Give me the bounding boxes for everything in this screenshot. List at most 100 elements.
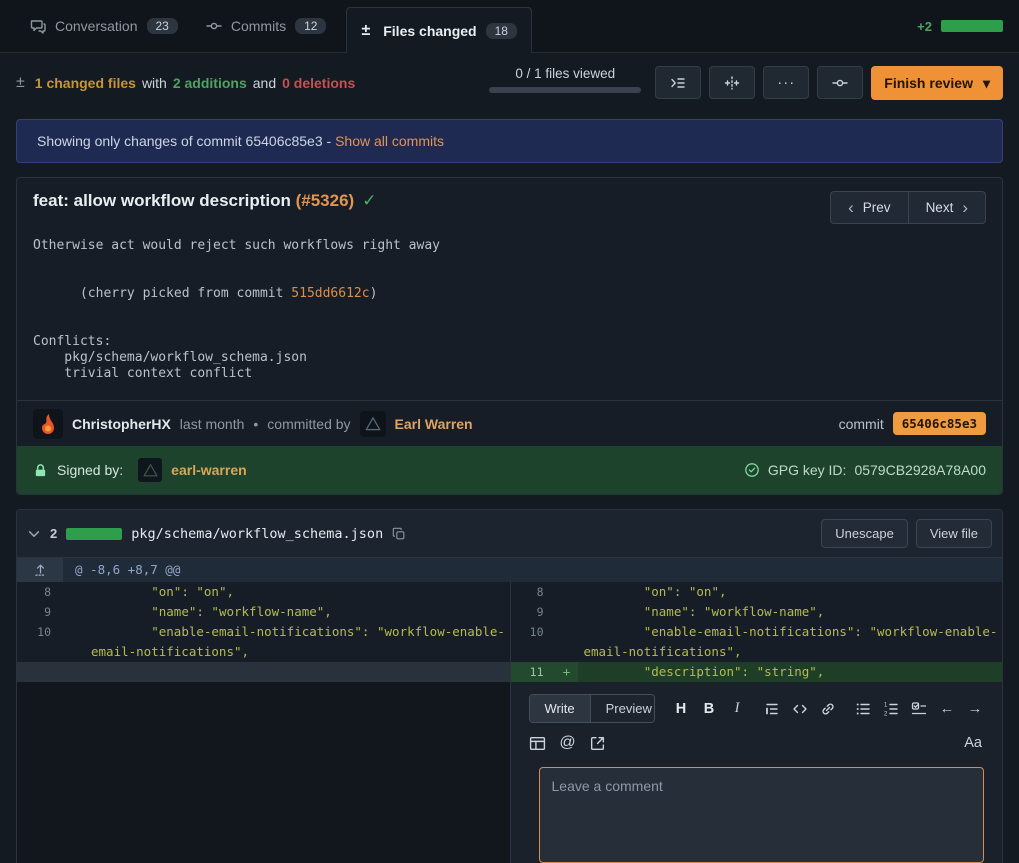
with-text: with <box>142 75 167 91</box>
left-code-line: "on": "on", <box>85 582 510 602</box>
mention-icon[interactable]: @ <box>559 734 577 752</box>
heading-icon[interactable]: H <box>672 700 690 718</box>
right-line-number[interactable]: 8 <box>510 582 556 602</box>
svg-text:2: 2 <box>884 711 888 716</box>
bullet-list-icon[interactable] <box>854 700 872 718</box>
conversation-count-badge: 23 <box>147 18 178 34</box>
conversation-icon <box>30 18 46 34</box>
table-icon[interactable] <box>529 734 547 752</box>
cherry-pick-hash-link[interactable]: 515dd6612c <box>291 286 369 301</box>
numbered-list-icon[interactable]: 12 <box>882 700 900 718</box>
arrow-left-icon[interactable]: ← <box>938 700 956 718</box>
ellipsis-icon: ··· <box>777 74 795 91</box>
right-line-number[interactable]: 10 <box>510 622 556 662</box>
left-code-line: "name": "workflow-name", <box>85 602 510 622</box>
file-additions-count: 2 <box>50 526 57 541</box>
additions-text: 2 additions <box>173 75 247 91</box>
left-line-number[interactable]: 10 <box>17 622 63 662</box>
left-code-line <box>85 662 510 682</box>
commit-select-button[interactable] <box>817 66 863 99</box>
commit-time: last month <box>180 416 245 432</box>
changed-files-summary: ± 1 changed files with 2 additions and 0… <box>16 74 355 92</box>
file-tree-toggle-button[interactable] <box>655 66 701 99</box>
file-list-icon <box>670 75 686 91</box>
committed-by-text: committed by <box>267 416 350 432</box>
right-line-number[interactable]: 9 <box>510 602 556 622</box>
preview-tab[interactable]: Preview <box>591 695 655 722</box>
signer-avatar[interactable] <box>138 458 162 482</box>
left-line-number[interactable]: 8 <box>17 582 63 602</box>
code-icon[interactable] <box>791 700 809 718</box>
view-file-label: View file <box>930 526 978 541</box>
tab-files-changed[interactable]: ± Files changed 18 <box>346 7 532 53</box>
committer-name-link[interactable]: Earl Warren <box>395 416 473 432</box>
signer-name-link[interactable]: earl-warren <box>171 462 246 478</box>
triangle-avatar-icon <box>364 415 382 433</box>
commit-title: feat: allow workflow description (#5326)… <box>33 191 376 211</box>
copy-path-icon[interactable] <box>392 527 406 541</box>
commit-body-line: (cherry picked from commit 515dd6612c) <box>33 270 986 318</box>
files-viewed-progress: 0 / 1 files viewed <box>489 66 641 93</box>
finish-review-label: Finish review <box>884 75 973 91</box>
plus-minus-icon: ± <box>16 74 25 92</box>
tab-commits[interactable]: Commits 12 <box>192 0 341 52</box>
comment-input[interactable] <box>539 767 985 863</box>
commit-hash-badge[interactable]: 65406c85e3 <box>893 412 986 435</box>
prev-label: Prev <box>863 200 891 215</box>
arrow-right-icon[interactable]: → <box>966 700 984 718</box>
split-view-toggle-button[interactable] <box>709 66 755 99</box>
commit-filter-banner: Showing only changes of commit 65406c85e… <box>16 119 1003 163</box>
commits-icon <box>206 18 222 34</box>
prev-commit-button[interactable]: ‹ Prev <box>830 191 907 224</box>
reference-icon[interactable] <box>589 734 607 752</box>
text-style-toggle[interactable]: Aa <box>964 735 984 751</box>
hunk-header: @ -8,6 +8,7 @@ <box>63 558 1002 582</box>
left-line-marker <box>63 662 85 682</box>
next-label: Next <box>926 200 954 215</box>
right-line-number[interactable]: 11 <box>510 662 556 682</box>
tab-conversation[interactable]: Conversation 23 <box>16 0 192 52</box>
conflict-file: pkg/schema/workflow_schema.json <box>33 350 986 366</box>
unescape-button[interactable]: Unescape <box>821 519 908 548</box>
quote-icon[interactable] <box>763 700 781 718</box>
unescape-label: Unescape <box>835 526 894 541</box>
left-line-number[interactable] <box>17 662 63 682</box>
commit-title-text: feat: allow workflow description <box>33 191 296 210</box>
deletions-text: 0 deletions <box>282 75 355 91</box>
write-tab[interactable]: Write <box>530 695 591 722</box>
link-icon[interactable] <box>819 700 837 718</box>
caret-down-icon: ▾ <box>983 75 990 92</box>
more-options-button[interactable]: ··· <box>763 66 809 99</box>
commit-message-body: Otherwise act would reject such workflow… <box>17 230 1002 400</box>
committer-avatar[interactable] <box>360 411 386 437</box>
collapse-file-chevron-icon[interactable] <box>27 527 41 541</box>
show-all-commits-link[interactable]: Show all commits <box>335 133 444 149</box>
cherry-pick-text: (cherry picked from commit <box>80 286 291 301</box>
expand-up-icon <box>33 563 48 577</box>
expand-hunk-button[interactable] <box>17 558 63 582</box>
file-name: pkg/schema/workflow_schema.json <box>131 526 383 542</box>
next-commit-button[interactable]: Next › <box>908 191 986 224</box>
right-line-marker: + <box>556 662 578 682</box>
right-line-marker <box>556 602 578 622</box>
author-name-link[interactable]: ChristopherHX <box>72 416 171 432</box>
diff-stat: +2 <box>917 19 1003 34</box>
issue-ref-link[interactable]: (#5326) <box>296 191 355 210</box>
finish-review-button[interactable]: Finish review ▾ <box>871 66 1003 100</box>
svg-text:1: 1 <box>884 702 888 708</box>
commits-count-badge: 12 <box>295 18 326 34</box>
left-code-line: "enable-email-notifications": "workflow-… <box>85 622 510 662</box>
bold-icon[interactable]: B <box>700 700 718 718</box>
split-diff-icon <box>724 75 740 91</box>
signed-commit-row: Signed by: earl-warren GPG key ID: 0579C… <box>17 446 1002 494</box>
view-file-button[interactable]: View file <box>916 519 992 548</box>
task-list-icon[interactable] <box>910 700 928 718</box>
diff-icon: ± <box>361 22 370 40</box>
left-line-number[interactable]: 9 <box>17 602 63 622</box>
italic-icon[interactable]: I <box>728 700 746 718</box>
author-avatar[interactable] <box>33 409 63 439</box>
diff-summary-row: ± 1 changed files with 2 additions and 0… <box>0 53 1019 111</box>
conflict-note: trivial context conflict <box>33 366 986 382</box>
tab-conversation-label: Conversation <box>55 18 138 34</box>
inline-comment-form: Write Preview H B I <box>510 682 1003 863</box>
